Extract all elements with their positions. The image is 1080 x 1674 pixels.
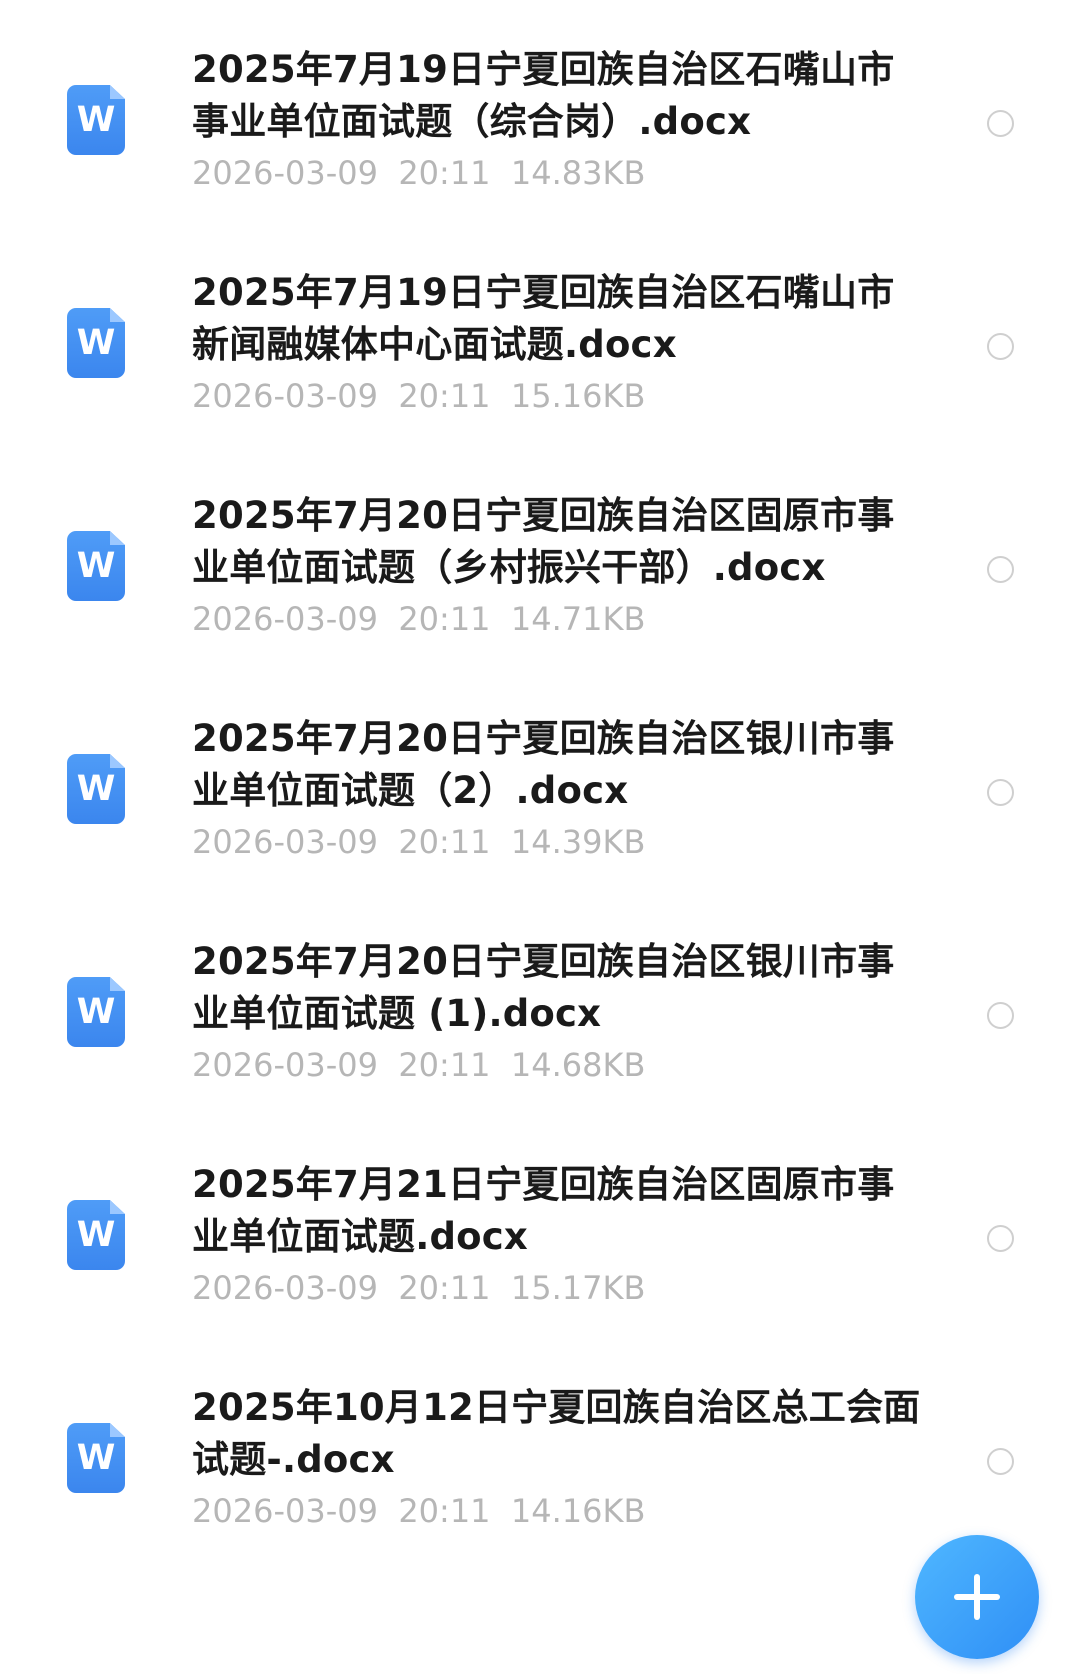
doc-fold-corner (110, 977, 125, 991)
file-date: 2026-03-09 (192, 377, 378, 415)
doc-fold-corner (110, 754, 125, 768)
plus-icon-vertical (974, 1574, 980, 1620)
select-checkbox[interactable] (987, 556, 1014, 583)
file-list: W 2025年7月19日宁夏回族自治区石嘴山市事业单位面试题（综合岗）.docx 2… (0, 0, 1080, 1674)
file-row[interactable]: W 2025年7月20日宁夏回族自治区银川市事业单位面试题（2）.docx 2026… (0, 669, 1080, 894)
file-row[interactable]: W 2025年7月20日宁夏回族自治区固原市事业单位面试题（乡村振兴干部）.doc… (0, 446, 1080, 671)
select-checkbox[interactable] (987, 1002, 1014, 1029)
doc-icon-letter: W (76, 1215, 116, 1255)
file-meta: 2026-03-09 20:11 15.17KB (192, 1268, 912, 1308)
file-size: 14.39KB (510, 823, 646, 861)
file-meta: 2026-03-09 20:11 15.16KB (192, 376, 912, 416)
file-date: 2026-03-09 (192, 1046, 378, 1084)
select-checkbox[interactable] (987, 779, 1014, 806)
doc-icon-letter: W (76, 769, 116, 809)
file-meta: 2026-03-09 20:11 14.71KB (192, 599, 912, 639)
doc-fold-corner (110, 85, 125, 99)
doc-fold-corner (110, 531, 125, 545)
file-row[interactable]: W 2025年7月21日宁夏回族自治区固原市事业单位面试题.docx 2026-03… (0, 1115, 1080, 1340)
file-time: 20:11 (398, 377, 491, 415)
file-row[interactable]: W 2025年7月20日宁夏回族自治区银川市事业单位面试题 (1).docx 202… (0, 892, 1080, 1117)
file-date: 2026-03-09 (192, 600, 378, 638)
doc-icon-letter: W (76, 1438, 116, 1478)
select-checkbox[interactable] (987, 110, 1014, 137)
word-doc-icon: W (67, 85, 125, 155)
file-row[interactable]: W 2025年10月12日宁夏回族自治区总工会面试题-.docx 2026-03-0… (0, 1338, 1080, 1563)
word-doc-icon: W (67, 308, 125, 378)
doc-fold-corner (110, 308, 125, 322)
file-name[interactable]: 2025年7月20日宁夏回族自治区银川市事业单位面试题（2）.docx (192, 713, 922, 817)
file-date: 2026-03-09 (192, 823, 378, 861)
file-size: 14.83KB (510, 154, 646, 192)
doc-fold-corner (110, 1200, 125, 1214)
file-name[interactable]: 2025年7月19日宁夏回族自治区石嘴山市新闻融媒体中心面试题.docx (192, 267, 922, 371)
file-time: 20:11 (398, 600, 491, 638)
file-date: 2026-03-09 (192, 1269, 378, 1307)
word-doc-icon: W (67, 531, 125, 601)
file-name[interactable]: 2025年7月21日宁夏回族自治区固原市事业单位面试题.docx (192, 1159, 922, 1263)
word-doc-icon: W (67, 754, 125, 824)
file-time: 20:11 (398, 823, 491, 861)
doc-icon-letter: W (76, 100, 116, 140)
file-row[interactable]: W 2025年7月19日宁夏回族自治区石嘴山市新闻融媒体中心面试题.docx 202… (0, 223, 1080, 448)
file-time: 20:11 (398, 1046, 491, 1084)
doc-icon-letter: W (76, 546, 116, 586)
doc-icon-letter: W (76, 323, 116, 363)
file-meta: 2026-03-09 20:11 14.16KB (192, 1491, 912, 1531)
file-name[interactable]: 2025年7月20日宁夏回族自治区银川市事业单位面试题 (1).docx (192, 936, 922, 1040)
file-size: 15.17KB (510, 1269, 646, 1307)
file-name[interactable]: 2025年7月19日宁夏回族自治区石嘴山市事业单位面试题（综合岗）.docx (192, 44, 922, 148)
file-meta: 2026-03-09 20:11 14.68KB (192, 1045, 912, 1085)
word-doc-icon: W (67, 977, 125, 1047)
doc-fold-corner (110, 1423, 125, 1437)
file-size: 15.16KB (510, 377, 646, 415)
add-button[interactable] (915, 1535, 1039, 1659)
file-time: 20:11 (398, 1269, 491, 1307)
file-name[interactable]: 2025年10月12日宁夏回族自治区总工会面试题-.docx (192, 1382, 922, 1486)
select-checkbox[interactable] (987, 1225, 1014, 1252)
file-meta: 2026-03-09 20:11 14.39KB (192, 822, 912, 862)
file-time: 20:11 (398, 1492, 491, 1530)
file-size: 14.68KB (510, 1046, 646, 1084)
select-checkbox[interactable] (987, 1448, 1014, 1475)
doc-icon-letter: W (76, 992, 116, 1032)
file-size: 14.71KB (510, 600, 646, 638)
file-size: 14.16KB (510, 1492, 646, 1530)
word-doc-icon: W (67, 1200, 125, 1270)
file-time: 20:11 (398, 154, 491, 192)
file-name[interactable]: 2025年7月20日宁夏回族自治区固原市事业单位面试题（乡村振兴干部）.docx (192, 490, 922, 594)
word-doc-icon: W (67, 1423, 125, 1493)
file-row[interactable]: W 2025年7月19日宁夏回族自治区石嘴山市事业单位面试题（综合岗）.docx 2… (0, 0, 1080, 225)
file-date: 2026-03-09 (192, 1492, 378, 1530)
select-checkbox[interactable] (987, 333, 1014, 360)
file-meta: 2026-03-09 20:11 14.83KB (192, 153, 912, 193)
file-date: 2026-03-09 (192, 154, 378, 192)
